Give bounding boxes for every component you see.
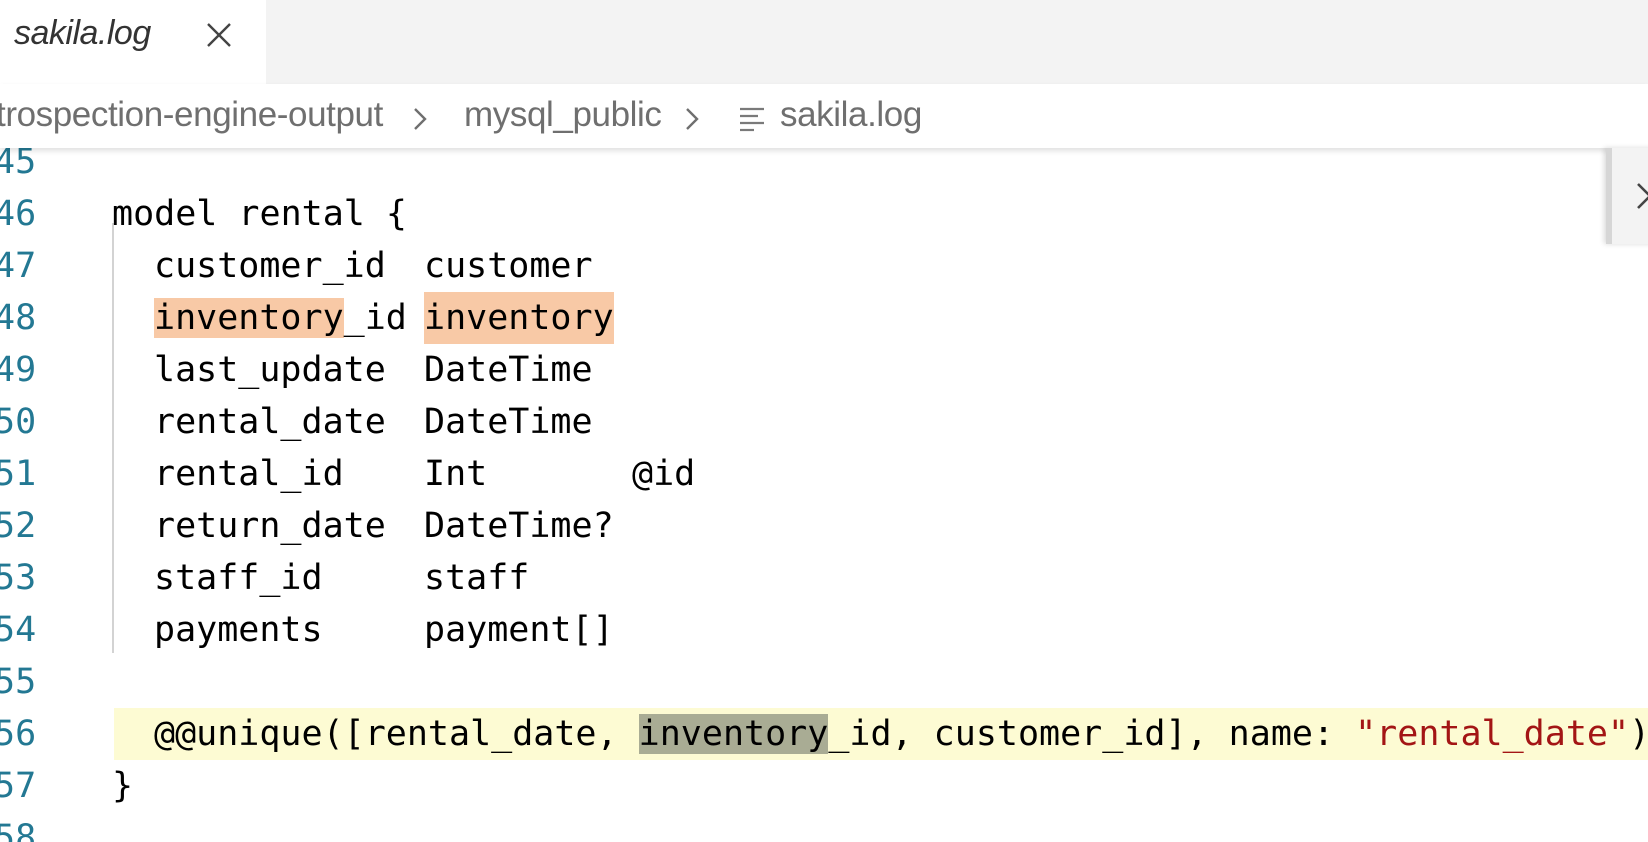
code-line: 50 rental_date DateTime (0, 396, 1648, 448)
line-number: 49 (0, 350, 37, 390)
chevron-right-icon (686, 108, 699, 130)
breadcrumb-item-subfolder[interactable]: mysql_public (464, 95, 662, 135)
field-type: payment[] (424, 610, 614, 650)
code-line: 47 customer_id customer (0, 240, 1648, 292)
string-literal: "rental_date" (1355, 714, 1630, 754)
selection-highlight: inventory (638, 714, 829, 754)
code-line: 55 (0, 656, 1648, 708)
line-number: 52 (0, 506, 37, 546)
field-name: rental_date (154, 402, 386, 442)
line-number: 54 (0, 610, 37, 650)
field-name: staff_id (154, 558, 323, 598)
code-text: } (112, 766, 134, 806)
find-match-highlight: inventory (424, 292, 614, 344)
line-number: 48 (0, 298, 37, 338)
field-name: customer_id (154, 246, 386, 286)
code-text: @@unique([rental_date, inventory_id, cus… (154, 714, 1648, 754)
field-attribute: @id (632, 454, 696, 494)
breadcrumb-item-file[interactable]: sakila.log (780, 95, 922, 135)
field-type: customer (424, 246, 593, 286)
line-number: 57 (0, 766, 37, 806)
tab-sakila-log[interactable]: sakila.log (0, 0, 266, 84)
line-number: 58 (0, 818, 37, 842)
line-number: 46 (0, 194, 37, 234)
field-name: inventory_id (154, 298, 407, 338)
tab-title: sakila.log (14, 14, 151, 52)
tab-bar: sakila.log (0, 0, 1648, 84)
close-icon[interactable] (204, 20, 234, 50)
code-text: model rental { (112, 194, 408, 234)
code-line: 53 staff_id staff (0, 552, 1648, 604)
code-line: 49 last_update DateTime (0, 344, 1648, 396)
find-match-highlight: inventory (154, 298, 344, 338)
minimap-toggle[interactable] (1606, 148, 1648, 244)
line-number: 50 (0, 402, 37, 442)
line-number: 51 (0, 454, 37, 494)
field-name: last_update (154, 350, 386, 390)
code-editor[interactable]: 45 46 model rental { 47 customer_id cust… (0, 148, 1648, 842)
breadcrumb-item-folder[interactable]: trospection-engine-output (0, 95, 383, 135)
line-number: 47 (0, 246, 37, 286)
code-line: 56 @@unique([rental_date, inventory_id, … (0, 708, 1648, 760)
field-type: DateTime (424, 402, 593, 442)
chevron-right-icon (414, 108, 427, 130)
code-line: 52 return_date DateTime? (0, 500, 1648, 552)
code-line: 57 } (0, 760, 1648, 812)
code-line: 45 (0, 148, 1648, 188)
line-number: 56 (0, 714, 37, 754)
field-name: payments (154, 610, 323, 650)
field-name: rental_id (154, 454, 344, 494)
line-number: 55 (0, 662, 37, 702)
field-type: staff (424, 558, 530, 598)
code-line: 48 inventory_id inventory (0, 292, 1648, 344)
line-number: 53 (0, 558, 37, 598)
code-line: 46 model rental { (0, 188, 1648, 240)
field-name: return_date (154, 506, 386, 546)
field-type: DateTime? (424, 506, 614, 546)
code-line: 54 payments payment[] (0, 604, 1648, 656)
line-number: 45 (0, 148, 37, 182)
code-line: 58 (0, 812, 1648, 842)
code-line: 51 rental_id Int @id (0, 448, 1648, 500)
file-text-icon (740, 107, 764, 132)
field-type: Int (424, 454, 488, 494)
field-type: DateTime (424, 350, 593, 390)
chevron-right-icon (1637, 183, 1648, 209)
breadcrumb: trospection-engine-output mysql_public s… (0, 84, 1648, 148)
